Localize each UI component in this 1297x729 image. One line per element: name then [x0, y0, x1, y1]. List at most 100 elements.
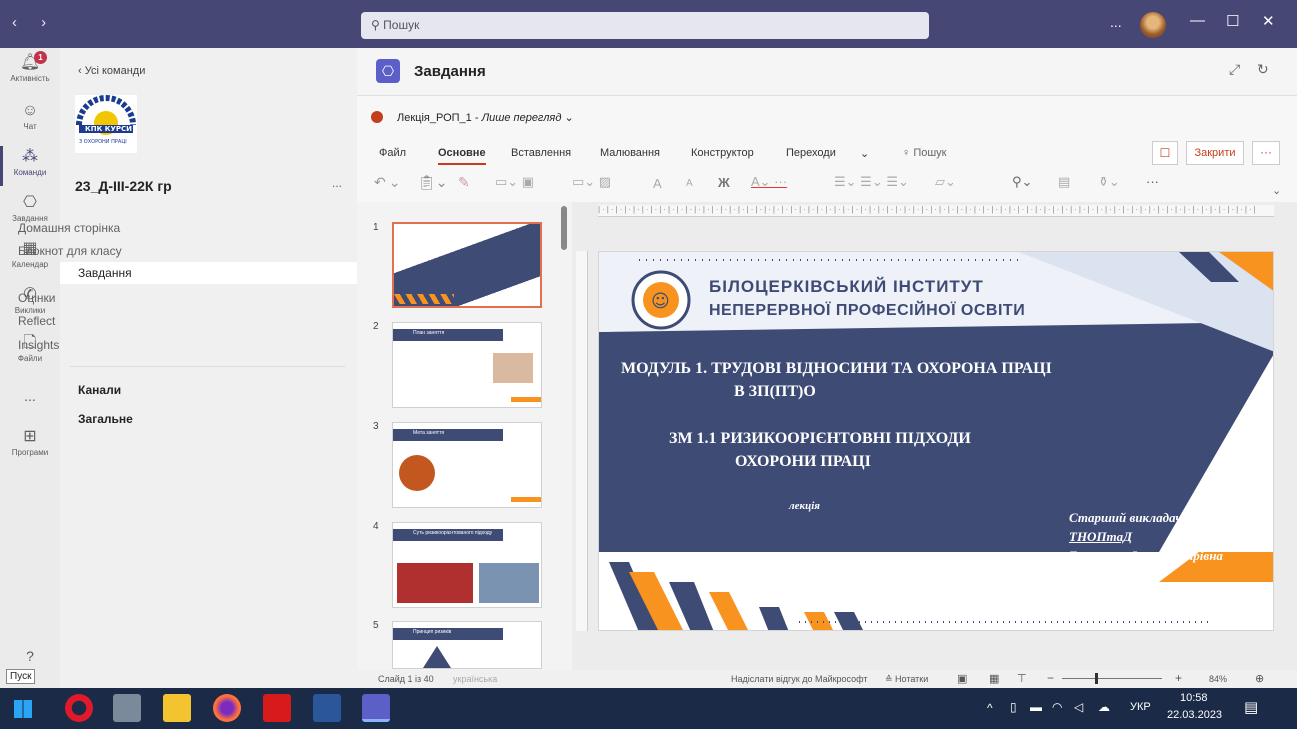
page-title: Завдання	[414, 63, 486, 80]
slide-thumbnail-1[interactable]	[392, 222, 542, 308]
clock-time[interactable]: 10:58	[1180, 692, 1208, 704]
tab-design[interactable]: Конструктор	[691, 147, 754, 159]
toolbar-more-button[interactable]: ···	[1146, 174, 1159, 189]
link-insights[interactable]: Insights	[18, 338, 59, 352]
close-button[interactable]: ✕	[1262, 12, 1275, 30]
rail-label: Календар	[11, 260, 49, 269]
slide-thumbnail-5[interactable]: Принцип ризиків	[392, 621, 542, 669]
new-slide-icon[interactable]: ▭⌄ ▣	[495, 174, 534, 190]
current-slide[interactable]: ☺ БІЛОЦЕРКІВСЬКИЙ ІНСТИТУТ НЕПЕРЕРВНОЇ П…	[598, 251, 1274, 631]
input-language[interactable]: УКР	[1130, 701, 1151, 713]
link-reflect[interactable]: Reflect	[18, 314, 55, 328]
title-bar: ‹ › ⚲ Пошук ... — ☐ ✕	[0, 0, 1297, 48]
shapes-icon[interactable]: ▱⌄	[935, 174, 956, 190]
slide-thumbnail-4[interactable]: Суть ризикоорієнтованого підходу	[392, 522, 542, 608]
zoom-slider-thumb[interactable]	[1095, 673, 1098, 684]
tab-home[interactable]: Основне	[438, 147, 486, 165]
thumb-title: Принцип ризиків	[413, 629, 452, 635]
feedback-link[interactable]: Надіслати відгук до Майкрософт	[731, 674, 868, 684]
zoom-level[interactable]: 84%	[1209, 674, 1227, 684]
thumb-number: 1	[373, 222, 379, 233]
tab-insert[interactable]: Вставлення	[511, 147, 571, 159]
rail-item-apps[interactable]: ⊞ Програми	[0, 428, 60, 457]
notifications-icon[interactable]: ▤	[1244, 698, 1258, 716]
thumb-title-bar	[393, 429, 503, 441]
notes-button[interactable]: ≙ Нотатки	[885, 674, 928, 685]
submodule-title-line2: ОХОРОНИ ПРАЦІ	[735, 453, 871, 470]
bullets-icon[interactable]: ☰⌄ ☰⌄ ☰⌄	[834, 174, 909, 190]
file-name-row[interactable]: Лекція_РОП_1 - Лише перегляд ⌄	[397, 111, 574, 124]
tray-overflow-icon[interactable]: ^	[987, 701, 993, 715]
slide-thumbnail-3[interactable]: Мета заняття	[392, 422, 542, 508]
link-grades[interactable]: Оцінки	[18, 291, 55, 305]
undo-icon[interactable]: ↶⌄	[374, 174, 403, 191]
zoom-in-button[interactable]: +	[1175, 671, 1182, 685]
minimize-button[interactable]: —	[1190, 12, 1205, 29]
reading-view-icon[interactable]: ⊤	[1017, 672, 1027, 685]
link-notebook[interactable]: Блокнот для класу	[18, 244, 122, 258]
ribbon-more-button[interactable]: ···	[1252, 141, 1280, 165]
fit-slide-icon[interactable]: ⊕	[1255, 672, 1264, 685]
search-input[interactable]: ⚲ Пошук	[361, 12, 929, 39]
slide-thumbnail-2[interactable]: План заняття	[392, 322, 542, 408]
maximize-button[interactable]: ☐	[1226, 12, 1239, 30]
rail-item-help[interactable]: ?	[0, 648, 60, 664]
team-more-button[interactable]: ...	[332, 176, 342, 190]
battery-icon[interactable]: ▬	[1030, 700, 1042, 714]
firefox-icon[interactable]	[213, 694, 241, 722]
zoom-out-button[interactable]: −	[1047, 671, 1054, 685]
font-shrink-icon[interactable]: A	[686, 178, 693, 189]
zoom-slider[interactable]	[1062, 678, 1162, 679]
tab-draw[interactable]: Малювання	[600, 147, 660, 159]
rail-item-more[interactable]: ...	[0, 388, 60, 404]
avatar[interactable]	[1140, 12, 1166, 38]
lightbulb-icon: ♀	[902, 147, 914, 159]
sorter-view-icon[interactable]: ▦	[989, 672, 999, 685]
rail-item-assignments[interactable]: ⎔ Завдання	[0, 194, 60, 223]
opera-icon[interactable]	[65, 694, 93, 722]
find-icon[interactable]: ⚲⌄	[1012, 174, 1032, 190]
layout-icon[interactable]: ▭⌄ ▨	[572, 174, 611, 190]
language-indicator[interactable]: українська	[453, 674, 497, 684]
file-explorer-icon[interactable]	[163, 694, 191, 722]
clock-date[interactable]: 22.03.2023	[1167, 709, 1222, 721]
tray-device-icon[interactable]: ▯	[1010, 700, 1017, 714]
thumbnails-scrollbar[interactable]	[561, 206, 567, 250]
wifi-icon[interactable]: ◠	[1052, 700, 1062, 714]
notes-label: Нотатки	[895, 674, 929, 684]
more-options-button[interactable]: ...	[1110, 14, 1122, 30]
teams-taskbar-icon[interactable]	[362, 694, 390, 722]
windows-start-icon[interactable]	[14, 700, 32, 718]
rail-item-activity[interactable]: 🔔︎ 1 Активність	[0, 51, 60, 83]
expand-icon[interactable]: ⤢	[1229, 61, 1240, 78]
collapse-ribbon-chevron-icon[interactable]: ⌄	[1272, 184, 1281, 197]
channel-general[interactable]: Загальне	[78, 412, 133, 426]
lecture-label: лекція	[789, 500, 820, 512]
format-painter-icon[interactable]: ✎	[458, 174, 470, 191]
bold-button[interactable]: Ж	[718, 175, 730, 190]
font-color-icon[interactable]: A⌄ ···	[751, 174, 787, 190]
back-to-teams-link[interactable]: ‹ Усі команди	[78, 65, 145, 77]
acrobat-icon[interactable]	[263, 694, 291, 722]
tabs-overflow-chevron-icon[interactable]: ⌄	[860, 147, 869, 160]
font-grow-icon[interactable]: A	[653, 176, 662, 191]
comments-icon[interactable]: ☐	[1152, 141, 1178, 165]
tab-file[interactable]: Файл	[379, 147, 406, 159]
close-editor-button[interactable]: Закрити	[1186, 141, 1244, 165]
rail-item-chat[interactable]: ☺ Чат	[0, 102, 60, 131]
calculator-icon[interactable]	[113, 694, 141, 722]
designer-icon[interactable]: ▤	[1058, 174, 1070, 190]
link-assignments[interactable]: Завдання	[60, 262, 357, 284]
clipboard-icon[interactable]: 📋︎⌄	[418, 174, 448, 191]
volume-icon[interactable]: ◁	[1074, 700, 1083, 714]
back-forward-icon[interactable]: ‹ ›	[12, 14, 56, 31]
normal-view-icon[interactable]: ▣	[957, 672, 967, 685]
rail-item-teams[interactable]: ⁂ Команди	[0, 148, 60, 177]
onedrive-icon[interactable]: ☁	[1098, 700, 1110, 714]
link-home[interactable]: Домашня сторінка	[18, 221, 120, 235]
refresh-icon[interactable]: ↻	[1257, 61, 1269, 78]
tab-transitions[interactable]: Переходи	[786, 147, 836, 159]
sensitivity-icon[interactable]: ⚱⌄	[1098, 174, 1120, 190]
ribbon-search[interactable]: ♀ Пошук	[902, 147, 946, 159]
word-icon[interactable]	[313, 694, 341, 722]
